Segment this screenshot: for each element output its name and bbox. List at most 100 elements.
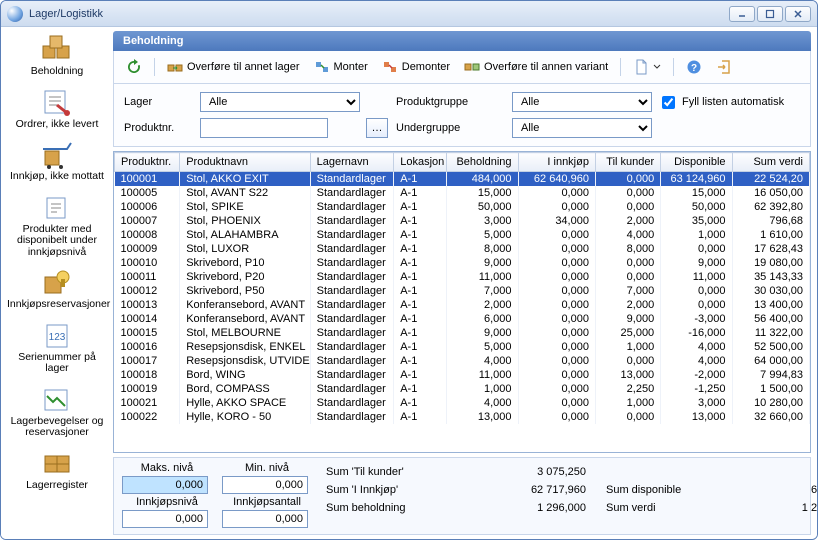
table-row[interactable]: 100011Skrivebord, P20StandardlagerA-111,… (115, 270, 810, 284)
sidebar-item-ordrer[interactable]: Ordrer, ikke levert (5, 84, 109, 135)
table-row[interactable]: 100013Konferansebord, AVANTStandardlager… (115, 298, 810, 312)
table-row[interactable]: 100022Hylle, KORO - 50StandardlagerA-113… (115, 410, 810, 424)
cell-produktnavn: Stol, MELBOURNE (180, 326, 310, 340)
col-beholdning[interactable]: Beholdning (447, 153, 518, 172)
sidebar-item-innkjop[interactable]: Innkjøp, ikke mottatt (5, 136, 109, 187)
cell-tilkunder: 0,000 (595, 354, 660, 368)
sidebar: BeholdningOrdrer, ikke levertInnkjøp, ik… (1, 27, 113, 539)
sidebar-item-bevegelser[interactable]: Lagerbevegelser og reservasjoner (5, 381, 109, 443)
maximize-button[interactable] (757, 6, 783, 22)
cell-lokasjon: A-1 (394, 256, 447, 270)
table-row[interactable]: 100010Skrivebord, P10StandardlagerA-19,0… (115, 256, 810, 270)
produktnr-lookup-button[interactable]: … (366, 118, 388, 138)
table-row[interactable]: 100009Stol, LUXORStandardlagerA-18,0000,… (115, 242, 810, 256)
cell-produktnr: 100006 (115, 200, 180, 214)
cell-beholdning: 13,000 (447, 410, 518, 424)
table-row[interactable]: 100018Bord, WINGStandardlagerA-111,0000,… (115, 368, 810, 382)
sidebar-item-label: Produkter med disponibelt under innkjøps… (7, 224, 107, 259)
produktnr-label: Produktnr. (124, 122, 194, 134)
refresh-button[interactable] (122, 57, 146, 77)
min-niva-input[interactable] (222, 476, 308, 494)
produktgruppe-select[interactable]: Alle (512, 92, 652, 112)
cell-tilkunder: 0,000 (595, 200, 660, 214)
col-iinnkjop[interactable]: I innkjøp (518, 153, 595, 172)
col-disponible[interactable]: Disponible (661, 153, 732, 172)
sidebar-item-label: Lagerregister (7, 480, 107, 492)
cell-disponible: 0,000 (661, 284, 732, 298)
cell-produktnavn: Stol, PHOENIX (180, 214, 310, 228)
exit-button[interactable] (712, 57, 736, 77)
sum-iinnkjop-label: Sum 'I Innkjøp' (326, 484, 456, 496)
bevegelser-icon (37, 383, 77, 415)
cell-sumverdi: 1 500,00 (732, 382, 809, 396)
window-title: Lager/Logistikk (29, 8, 727, 20)
disassemble-button[interactable]: Demonter (378, 57, 454, 77)
table-row[interactable]: 100008Stol, ALAHAMBRAStandardlagerA-15,0… (115, 228, 810, 242)
table-row[interactable]: 100007Stol, PHOENIXStandardlagerA-13,000… (115, 214, 810, 228)
transfer-variant-button[interactable]: Overføre til annen variant (460, 57, 612, 77)
maks-niva-input[interactable] (122, 476, 208, 494)
cell-lagernavn: Standardlager (310, 410, 394, 424)
minimize-button[interactable] (729, 6, 755, 22)
sidebar-item-register[interactable]: Lagerregister (5, 445, 109, 496)
col-produktnavn[interactable]: Produktnavn (180, 153, 310, 172)
table-row[interactable]: 100016Resepsjonsdisk, ENKELStandardlager… (115, 340, 810, 354)
sidebar-item-produkter[interactable]: Produkter med disponibelt under innkjøps… (5, 189, 109, 263)
cell-sumverdi: 16 050,00 (732, 186, 809, 200)
table-row[interactable]: 100019Bord, COMPASSStandardlagerA-11,000… (115, 382, 810, 396)
cell-lokasjon: A-1 (394, 228, 447, 242)
sidebar-item-beholdning[interactable]: Beholdning (5, 31, 109, 82)
table-row[interactable]: 100012Skrivebord, P50StandardlagerA-17,0… (115, 284, 810, 298)
undergruppe-select[interactable]: Alle (512, 118, 652, 138)
cell-iinnkjop: 0,000 (518, 368, 595, 382)
cell-beholdning: 9,000 (447, 326, 518, 340)
cell-sumverdi: 10 280,00 (732, 396, 809, 410)
autofill-checkbox[interactable] (662, 96, 675, 109)
innkjopsantall-input[interactable] (222, 510, 308, 528)
data-grid[interactable]: Produktnr. Produktnavn Lagernavn Lokasjo… (113, 151, 811, 453)
cell-tilkunder: 4,000 (595, 228, 660, 242)
table-row[interactable]: 100006Stol, SPIKEStandardlagerA-150,0000… (115, 200, 810, 214)
toolbar: Overføre til annet lager Monter Demonter (113, 51, 811, 84)
col-tilkunder[interactable]: Til kunder (595, 153, 660, 172)
table-row[interactable]: 100005Stol, AVANT S22StandardlagerA-115,… (115, 186, 810, 200)
produktnr-input[interactable] (200, 118, 328, 138)
cell-beholdning: 7,000 (447, 284, 518, 298)
cell-produktnavn: Hylle, KORO - 50 (180, 410, 310, 424)
sidebar-item-serienummer[interactable]: 123Serienummer på lager (5, 317, 109, 379)
cell-disponible: -16,000 (661, 326, 732, 340)
cell-lagernavn: Standardlager (310, 270, 394, 284)
cell-lagernavn: Standardlager (310, 284, 394, 298)
table-row[interactable]: 100014Konferansebord, AVANTStandardlager… (115, 312, 810, 326)
col-sumverdi[interactable]: Sum verdi (732, 153, 809, 172)
table-row[interactable]: 100021Hylle, AKKO SPACEStandardlagerA-14… (115, 396, 810, 410)
cell-tilkunder: 0,000 (595, 256, 660, 270)
transfer-warehouse-label: Overføre til annet lager (187, 61, 300, 73)
cell-tilkunder: 0,000 (595, 172, 660, 187)
col-lagernavn[interactable]: Lagernavn (310, 153, 394, 172)
transfer-warehouse-button[interactable]: Overføre til annet lager (163, 57, 304, 77)
cell-lokasjon: A-1 (394, 326, 447, 340)
undergruppe-label: Undergruppe (396, 122, 506, 134)
col-lokasjon[interactable]: Lokasjon (394, 153, 447, 172)
refresh-icon (126, 59, 142, 75)
cell-lagernavn: Standardlager (310, 396, 394, 410)
col-produktnr[interactable]: Produktnr. (115, 153, 180, 172)
new-button[interactable] (629, 57, 665, 77)
transfer-variant-label: Overføre til annen variant (484, 61, 608, 73)
help-button[interactable]: ? (682, 57, 706, 77)
table-row[interactable]: 100001Stol, AKKO EXITStandardlagerA-1484… (115, 172, 810, 187)
assemble-button[interactable]: Monter (310, 57, 372, 77)
cell-lagernavn: Standardlager (310, 340, 394, 354)
cell-produktnr: 100012 (115, 284, 180, 298)
close-button[interactable] (785, 6, 811, 22)
table-row[interactable]: 100017Resepsjonsdisk, UTVIDEStandardlage… (115, 354, 810, 368)
cell-lokasjon: A-1 (394, 214, 447, 228)
lager-select[interactable]: Alle (200, 92, 360, 112)
innkjop-icon (37, 138, 77, 170)
cell-tilkunder: 8,000 (595, 242, 660, 256)
table-row[interactable]: 100015Stol, MELBOURNEStandardlagerA-19,0… (115, 326, 810, 340)
cell-sumverdi: 17 628,43 (732, 242, 809, 256)
innkjopsniva-input[interactable] (122, 510, 208, 528)
sidebar-item-reservasjoner[interactable]: Innkjøpsreservasjoner (5, 264, 109, 315)
